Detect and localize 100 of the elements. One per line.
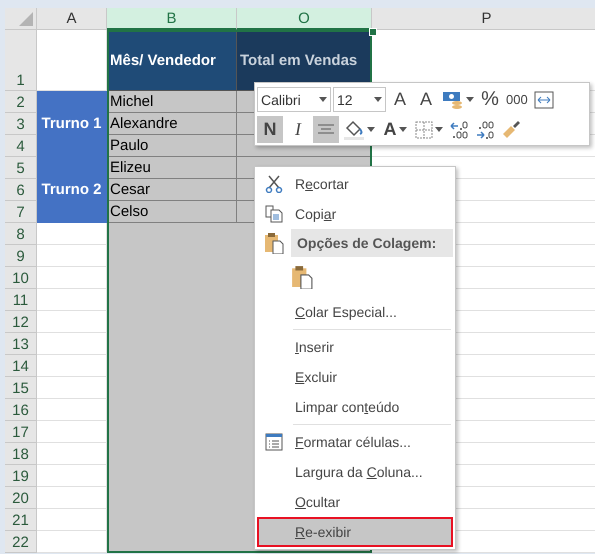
row-header: 5 [5, 157, 37, 179]
table-cell: Paulo [107, 135, 237, 157]
font-color-button[interactable]: A [379, 116, 411, 143]
row-header: 1 [5, 30, 37, 91]
table-cell [37, 443, 107, 465]
table-cell: Mês/ Vendedor [107, 30, 237, 91]
fill-color-icon [343, 120, 365, 140]
table-cell [37, 223, 107, 245]
column-header[interactable]: P [372, 8, 595, 30]
currency-icon [442, 90, 464, 110]
row-header: 6 [5, 179, 37, 201]
number-format-button[interactable]: 000 [504, 86, 530, 113]
menu-item[interactable]: Recortar [257, 169, 453, 199]
menu-item-label: Limpar conteúdo [294, 399, 400, 415]
borders-icon [415, 120, 433, 138]
row-header: 8 [5, 223, 37, 245]
fill-handle[interactable] [369, 28, 377, 36]
column-header[interactable]: A [37, 8, 107, 30]
scissors-icon [265, 175, 283, 193]
column-header[interactable]: O [237, 8, 372, 30]
row-header: 10 [5, 267, 37, 289]
format-cells-icon [265, 433, 283, 451]
table-cell [37, 399, 107, 421]
table-cell [37, 465, 107, 487]
table-cell [37, 245, 107, 267]
menu-item-label: Inserir [294, 339, 334, 355]
align-center-button[interactable] [313, 116, 339, 143]
menu-item-label: Re-exibir [294, 524, 352, 540]
table-cell [37, 487, 107, 509]
caret-icon [466, 97, 474, 102]
caret-icon [398, 127, 406, 132]
table-cell [37, 311, 107, 333]
table-cell: Cesar [107, 179, 237, 201]
decrease-decimal-icon [475, 120, 495, 140]
decrease-font-button[interactable]: A [414, 86, 438, 113]
menu-item[interactable]: Excluir [257, 362, 453, 392]
row-header: 18 [5, 443, 37, 465]
menu-item[interactable]: Copiar [257, 199, 453, 229]
table-cell: Trurno 2 [37, 157, 107, 223]
column-header[interactable]: B [107, 8, 237, 30]
select-all-icon [19, 12, 33, 26]
table-cell [37, 333, 107, 355]
font-size-field[interactable]: 12 [333, 87, 386, 112]
number-format-button[interactable]: % [478, 86, 502, 113]
row-header: 17 [5, 421, 37, 443]
table-cell [37, 509, 107, 531]
row-header: 11 [5, 289, 37, 311]
table-cell: Trurno 1 [37, 91, 107, 157]
table-cell: Elizeu [107, 157, 237, 179]
caret-icon [435, 127, 443, 132]
increase-font-button[interactable]: A [388, 86, 412, 113]
bold-button[interactable]: N [257, 116, 283, 143]
row-header: 7 [5, 201, 37, 223]
caret-icon [374, 97, 382, 102]
menu-item-label: Recortar [294, 176, 349, 192]
table-cell [37, 289, 107, 311]
copy-icon [265, 205, 283, 223]
menu-item[interactable]: Inserir [257, 332, 453, 362]
italic-button[interactable]: I [285, 116, 311, 143]
caret-icon [319, 97, 327, 102]
table-cell: Alexandre [107, 113, 237, 135]
menu-item-label: Largura da Coluna... [294, 464, 423, 480]
menu-item-label: Copiar [294, 206, 336, 222]
menu-item-label: Excluir [294, 369, 338, 385]
row-header: 20 [5, 487, 37, 509]
merge-center-icon [534, 90, 554, 108]
table-cell [37, 377, 107, 399]
row-header: 14 [5, 355, 37, 377]
row-header: 13 [5, 333, 37, 355]
row-header: 19 [5, 465, 37, 487]
menu-item[interactable]: Largura da Coluna... [257, 457, 453, 487]
row-header: 12 [5, 311, 37, 333]
row-header: 3 [5, 113, 37, 135]
table-cell: Celso [107, 201, 237, 223]
table-cell [37, 531, 107, 553]
menu-item[interactable]: Re-exibir [257, 517, 453, 547]
row-header: 9 [5, 245, 37, 267]
menu-item[interactable]: Ocultar [257, 487, 453, 517]
font-field[interactable]: Calibri [257, 87, 331, 112]
row-header: 15 [5, 377, 37, 399]
table-cell [37, 30, 107, 91]
row-header: 16 [5, 399, 37, 421]
row-header: 4 [5, 135, 37, 157]
caret-icon [367, 127, 375, 132]
format-painter-icon [501, 120, 521, 140]
table-cell [37, 267, 107, 289]
menu-item-label: Colar Especial... [294, 304, 397, 320]
table-cell [37, 355, 107, 377]
menu-item[interactable]: Formatar células... [257, 427, 453, 457]
row-header: 22 [5, 531, 37, 553]
table-cell: Michel [107, 91, 237, 113]
menu-item[interactable]: Limpar conteúdo [257, 392, 453, 422]
row-header: 2 [5, 91, 37, 113]
row-header: 21 [5, 509, 37, 531]
clipboard-icon [264, 232, 284, 254]
clipboard-icon [291, 264, 313, 290]
align-center-icon [318, 124, 334, 136]
increase-decimal-icon [449, 120, 469, 140]
menu-item-label: Ocultar [294, 494, 340, 510]
menu-item[interactable]: Colar Especial... [257, 297, 453, 327]
